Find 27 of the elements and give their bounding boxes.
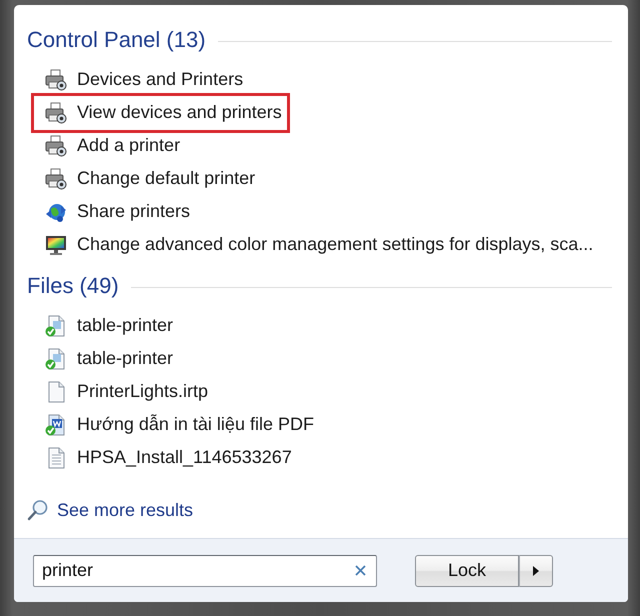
result-item[interactable]: PrinterLights.irtp [45,375,208,408]
search-field[interactable]: printer [33,554,377,586]
clear-icon[interactable] [355,565,366,576]
result-item[interactable]: Share printers [45,195,190,228]
lock-button[interactable]: Lock [415,554,519,586]
result-item[interactable]: Change advanced color management settings for displays, sca... [45,228,594,261]
printer-icon [45,68,67,90]
document-check-icon [45,348,67,370]
section-heading: Control Panel (13) [27,27,206,53]
result-item[interactable]: Devices and Printers [45,63,244,96]
result-item[interactable]: View devices and printers [31,93,290,133]
result-item[interactable]: Change default printer [45,162,256,195]
see-more-link[interactable]: See more results [27,496,194,524]
section-heading: Files (49) [27,273,119,299]
result-item[interactable]: table-printer [45,342,174,375]
printer-icon [45,134,67,156]
result-item[interactable]: table-printer [45,309,174,342]
options-arrow-button[interactable] [519,554,553,586]
printer-icon [45,168,67,190]
search-icon [27,499,49,521]
caret-right-icon [533,566,539,576]
monitor-icon [45,234,67,256]
document-check-icon [45,414,67,436]
result-item[interactable]: HPSA_Install_1146533267 [45,441,292,474]
printer-icon [45,102,67,124]
document-check-icon [45,314,67,336]
result-item[interactable]: Hướng dẫn in tài liệu file PDF [45,408,314,441]
